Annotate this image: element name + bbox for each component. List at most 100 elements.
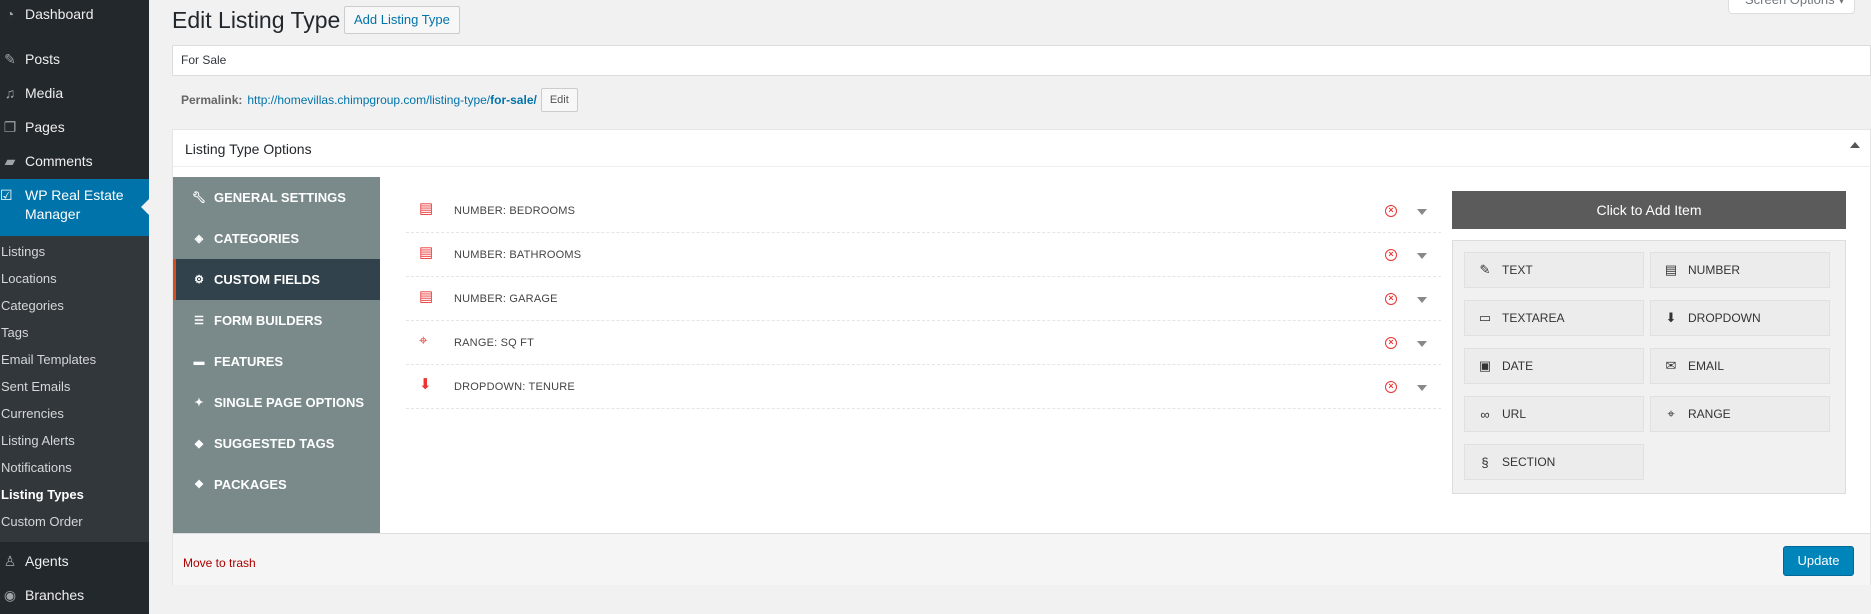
add-email-button[interactable]: ✉ EMAIL bbox=[1650, 348, 1830, 384]
expand-field-icon[interactable] bbox=[1417, 253, 1427, 259]
remove-field-icon[interactable]: × bbox=[1385, 205, 1397, 217]
settings-icon: ⚙ bbox=[194, 274, 204, 286]
number-icon: ▤ bbox=[419, 200, 434, 217]
add-url-button[interactable]: ∞ URL bbox=[1464, 396, 1644, 432]
submenu-item-categories[interactable]: Categories bbox=[1, 298, 64, 313]
tab-general-settings[interactable]: 🔧︎ GENERAL SETTINGS bbox=[173, 177, 380, 218]
permalink-link[interactable]: http://homevillas.chimpgroup.com/listing… bbox=[247, 93, 536, 107]
wrench-icon: ✦ bbox=[194, 397, 204, 409]
metabox-title: Listing Type Options bbox=[185, 141, 312, 157]
add-date-button[interactable]: ▣ DATE bbox=[1464, 348, 1644, 384]
email-icon: ✉ bbox=[1665, 358, 1677, 373]
screen-options-button[interactable]: Screen Options ▾ bbox=[1728, 0, 1855, 14]
pages-icon: ❐ bbox=[3, 118, 17, 135]
submenu-item-email-templates[interactable]: Email Templates bbox=[1, 352, 96, 367]
tab-categories[interactable]: ◈ CATEGORIES bbox=[173, 218, 380, 259]
submenu-item-notifications[interactable]: Notifications bbox=[1, 460, 72, 475]
range-icon: ⌖ bbox=[419, 332, 428, 349]
main-content: Screen Options ▾ Edit Listing Type Add L… bbox=[172, 0, 1871, 614]
metabox-header[interactable]: Listing Type Options bbox=[173, 130, 1870, 167]
package-icon: ❖ bbox=[194, 479, 204, 491]
tab-features[interactable]: ▬ FEATURES bbox=[173, 341, 380, 382]
add-listing-type-button[interactable]: Add Listing Type bbox=[344, 6, 460, 34]
update-button[interactable]: Update bbox=[1783, 546, 1854, 576]
link-icon: ∞ bbox=[1480, 406, 1490, 422]
permalink-url-base: http://homevillas.chimpgroup.com/listing… bbox=[247, 93, 491, 107]
submenu-item-listing-alerts[interactable]: Listing Alerts bbox=[1, 433, 75, 448]
menu-media[interactable]: ♫ Media bbox=[0, 83, 149, 103]
permalink-label: Permalink: bbox=[181, 93, 243, 107]
options-tabs: 🔧︎ GENERAL SETTINGS ◈ CATEGORIES ⚙ CUSTO… bbox=[173, 177, 380, 533]
pin-icon: ✎ bbox=[4, 50, 16, 67]
comment-icon: ▰ bbox=[4, 152, 16, 169]
expand-field-icon[interactable] bbox=[1417, 297, 1427, 303]
field-row[interactable]: ▤ NUMBER: BEDROOMS × bbox=[406, 189, 1441, 233]
field-row[interactable]: ⌖ RANGE: SQ FT × bbox=[406, 321, 1441, 365]
title-input[interactable]: For Sale bbox=[172, 45, 1871, 76]
submenu-item-tags[interactable]: Tags bbox=[1, 325, 28, 340]
add-item-types: ✎ TEXT ▤ NUMBER ▭ TEXTAREA ⬇ DROPDOWN ▣ bbox=[1452, 240, 1846, 494]
dashboard-icon: ◔ bbox=[5, 6, 15, 22]
tab-custom-fields[interactable]: ⚙ CUSTOM FIELDS bbox=[173, 259, 380, 300]
menu-agents[interactable]: ♙ Agents bbox=[0, 551, 149, 571]
feature-icon: ▬ bbox=[193, 355, 205, 368]
layers-icon: ◈ bbox=[194, 233, 204, 245]
permalink: Permalink: http://homevillas.chimpgroup.… bbox=[181, 88, 578, 112]
submenu: Listings Locations Categories Tags Email… bbox=[0, 236, 149, 542]
expand-field-icon[interactable] bbox=[1417, 341, 1427, 347]
move-to-trash-link[interactable]: Move to trash bbox=[183, 556, 256, 570]
click-to-add-item-header[interactable]: Click to Add Item bbox=[1452, 191, 1846, 229]
field-row[interactable]: ▤ NUMBER: BATHROOMS × bbox=[406, 233, 1441, 277]
submenu-item-listing-types[interactable]: Listing Types bbox=[1, 487, 84, 502]
remove-field-icon[interactable]: × bbox=[1385, 337, 1397, 349]
collapse-arrow-icon[interactable] bbox=[1850, 142, 1860, 148]
wrench-icon: 🔧︎ bbox=[192, 192, 206, 204]
add-section-button[interactable]: § SECTION bbox=[1464, 444, 1644, 480]
tab-form-builders[interactable]: ☰ FORM BUILDERS bbox=[173, 300, 380, 341]
submenu-item-sent-emails[interactable]: Sent Emails bbox=[1, 379, 70, 394]
admin-sidebar: ◔ Dashboard ✎ Posts ♫ Media ❐ Pages ▰ Co… bbox=[0, 0, 149, 614]
form-icon: ☰ bbox=[194, 315, 204, 327]
tab-suggested-tags[interactable]: ◆ SUGGESTED TAGS bbox=[173, 423, 380, 464]
submenu-item-locations[interactable]: Locations bbox=[1, 271, 57, 286]
add-range-button[interactable]: ⌖ RANGE bbox=[1650, 396, 1830, 432]
add-textarea-button[interactable]: ▭ TEXTAREA bbox=[1464, 300, 1644, 336]
comment-icon: ▭ bbox=[1478, 310, 1492, 325]
submenu-item-currencies[interactable]: Currencies bbox=[1, 406, 64, 421]
branch-icon: ◉ bbox=[3, 586, 17, 603]
tab-packages[interactable]: ❖ PACKAGES bbox=[173, 464, 380, 505]
menu-wp-real-estate-manager[interactable]: ☑ WP Real Estate Manager bbox=[0, 179, 149, 236]
field-label: NUMBER: BEDROOMS bbox=[454, 205, 576, 217]
expand-field-icon[interactable] bbox=[1417, 385, 1427, 391]
tag-icon: ◆ bbox=[194, 438, 204, 450]
menu-dashboard[interactable]: ◔ Dashboard bbox=[0, 4, 149, 24]
menu-comments[interactable]: ▰ Comments bbox=[0, 151, 149, 171]
submenu-item-listings[interactable]: Listings bbox=[1, 244, 45, 259]
section-icon: § bbox=[1481, 454, 1489, 470]
date-icon: ▣ bbox=[1478, 358, 1492, 373]
add-number-button[interactable]: ▤ NUMBER bbox=[1650, 252, 1830, 288]
number-icon: ▤ bbox=[1664, 262, 1678, 277]
submenu-item-custom-order[interactable]: Custom Order bbox=[1, 514, 83, 529]
menu-posts[interactable]: ✎ Posts bbox=[0, 49, 149, 69]
add-text-button[interactable]: ✎ TEXT bbox=[1464, 252, 1644, 288]
media-icon: ♫ bbox=[4, 85, 16, 101]
add-dropdown-button[interactable]: ⬇ DROPDOWN bbox=[1650, 300, 1830, 336]
field-row[interactable]: ▤ NUMBER: GARAGE × bbox=[406, 277, 1441, 321]
expand-field-icon[interactable] bbox=[1417, 209, 1427, 215]
field-label: DROPDOWN: TENURE bbox=[454, 381, 575, 393]
dropdown-icon: ⬇ bbox=[419, 376, 432, 393]
menu-branches[interactable]: ◉ Branches bbox=[0, 585, 149, 605]
edit-permalink-button[interactable]: Edit bbox=[540, 88, 578, 112]
menu-pages[interactable]: ❐ Pages bbox=[0, 117, 149, 137]
field-label: RANGE: SQ FT bbox=[454, 337, 535, 349]
agent-icon: ♙ bbox=[3, 552, 17, 569]
remove-field-icon[interactable]: × bbox=[1385, 249, 1397, 261]
field-row[interactable]: ⬇ DROPDOWN: TENURE × bbox=[406, 365, 1441, 409]
listing-type-options-box: Listing Type Options 🔧︎ GENERAL SETTINGS… bbox=[172, 129, 1871, 585]
metabox-footer: Move to trash Update bbox=[173, 533, 1870, 585]
tab-single-page-options[interactable]: ✦ SINGLE PAGE OPTIONS bbox=[173, 382, 380, 423]
remove-field-icon[interactable]: × bbox=[1385, 293, 1397, 305]
remove-field-icon[interactable]: × bbox=[1385, 381, 1397, 393]
page-title: Edit Listing Type bbox=[172, 7, 341, 33]
